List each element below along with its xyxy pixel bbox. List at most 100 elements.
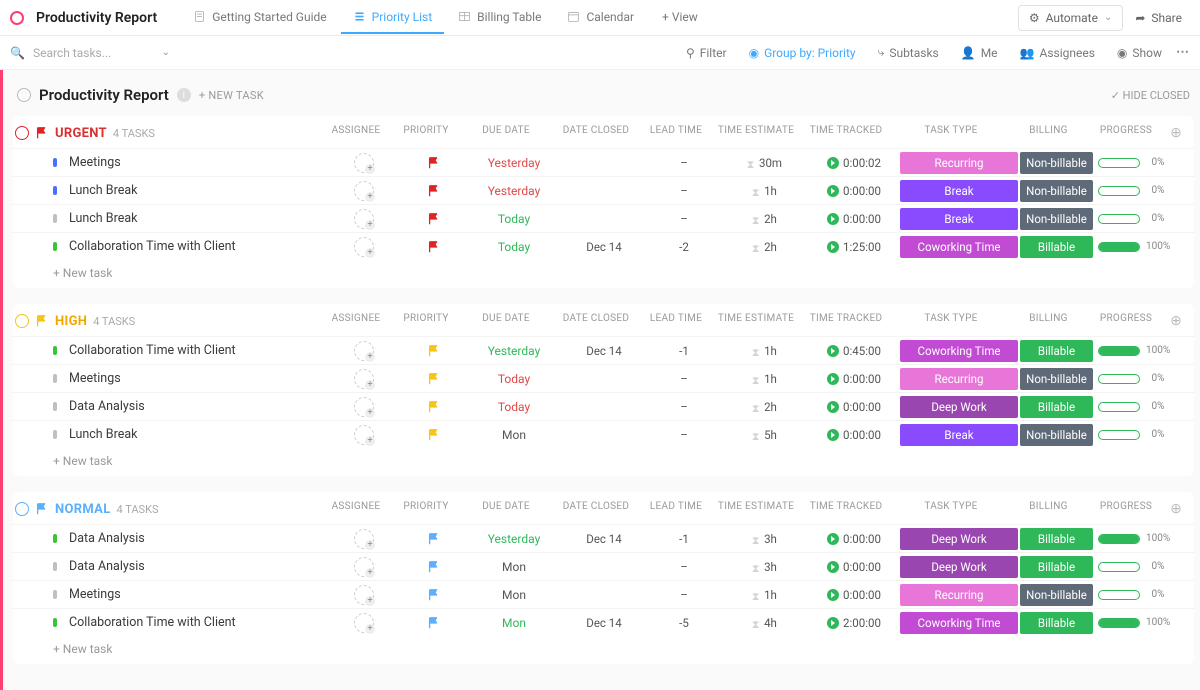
row-more-button[interactable] [1174, 528, 1194, 550]
play-icon[interactable] [827, 373, 839, 385]
column-header[interactable]: PROGRESS [1086, 125, 1166, 141]
time-estimate[interactable]: 2h [719, 236, 809, 258]
status-square-icon[interactable] [53, 374, 57, 383]
row-more-button[interactable] [1174, 208, 1194, 230]
column-header[interactable]: PRIORITY [391, 125, 461, 141]
play-icon[interactable] [827, 185, 839, 197]
billing-pill[interactable]: Non-billable [1020, 368, 1093, 390]
task-name[interactable]: Data Analysis [69, 559, 329, 574]
task-row[interactable]: MeetingsYesterday–30m0:00:02RecurringNon… [13, 148, 1194, 176]
status-square-icon[interactable] [53, 618, 57, 627]
status-square-icon[interactable] [53, 242, 57, 251]
billing-pill[interactable]: Billable [1020, 528, 1093, 550]
due-date[interactable]: Mon [469, 556, 559, 578]
task-row[interactable]: Data AnalysisMon–3h0:00:00Deep WorkBilla… [13, 552, 1194, 580]
assignee-icon[interactable] [354, 237, 374, 257]
progress-bar[interactable]: 0% [1094, 373, 1174, 384]
due-date[interactable]: Yesterday [469, 528, 559, 550]
column-header[interactable]: TASK TYPE [891, 313, 1011, 329]
task-name[interactable]: Collaboration Time with Client [69, 343, 329, 358]
time-tracked[interactable]: 0:00:00 [809, 208, 899, 230]
billing-pill[interactable]: Non-billable [1020, 424, 1093, 446]
task-type-pill[interactable]: Coworking Time [900, 236, 1018, 258]
column-header[interactable]: PRIORITY [391, 313, 461, 329]
column-header[interactable]: PROGRESS [1086, 313, 1166, 329]
progress-bar[interactable]: 0% [1094, 429, 1174, 440]
tab-priority-list[interactable]: Priority List [341, 2, 444, 34]
status-square-icon[interactable] [53, 158, 57, 167]
new-task-row[interactable]: + New task [13, 448, 1194, 470]
status-square-icon[interactable] [53, 186, 57, 195]
task-name[interactable]: Data Analysis [69, 531, 329, 546]
billing-pill[interactable]: Billable [1020, 556, 1093, 578]
time-estimate[interactable]: 1h [719, 584, 809, 606]
column-header[interactable]: TIME TRACKED [801, 313, 891, 329]
task-row[interactable]: Collaboration Time with ClientMonDec 14-… [13, 608, 1194, 636]
column-header[interactable]: ASSIGNEE [321, 313, 391, 329]
tab-calendar[interactable]: Calendar [555, 2, 646, 34]
time-estimate[interactable]: 1h [719, 368, 809, 390]
tab-getting-started-guide[interactable]: Getting Started Guide [181, 2, 338, 34]
progress-bar[interactable]: 0% [1094, 213, 1174, 224]
priority-flag[interactable] [399, 236, 469, 258]
row-more-button[interactable] [1174, 368, 1194, 390]
assignee-icon[interactable] [354, 425, 374, 445]
filter-button[interactable]: ⚲Filter [678, 42, 735, 64]
column-header[interactable]: BILLING [1011, 313, 1086, 329]
task-row[interactable]: Lunch BreakMon–5h0:00:00BreakNon-billabl… [13, 420, 1194, 448]
assignee-icon[interactable] [354, 557, 374, 577]
time-tracked[interactable]: 0:45:00 [809, 340, 899, 362]
subtasks-button[interactable]: ⤷Subtasks [870, 41, 947, 64]
task-type-pill[interactable]: Deep Work [900, 528, 1018, 550]
time-estimate[interactable]: 30m [719, 152, 809, 174]
billing-pill[interactable]: Non-billable [1020, 208, 1093, 230]
column-header[interactable]: TIME ESTIMATE [711, 313, 801, 329]
progress-bar[interactable]: 100% [1094, 241, 1174, 252]
priority-flag[interactable] [399, 152, 469, 174]
row-more-button[interactable] [1174, 236, 1194, 258]
column-header[interactable]: ASSIGNEE [321, 125, 391, 141]
due-date[interactable]: Mon [469, 424, 559, 446]
row-more-button[interactable] [1174, 612, 1194, 634]
play-icon[interactable] [827, 241, 839, 253]
task-row[interactable]: Collaboration Time with ClientTodayDec 1… [13, 232, 1194, 260]
time-tracked[interactable]: 0:00:02 [809, 152, 899, 174]
assignee-icon[interactable] [354, 181, 374, 201]
task-name[interactable]: Collaboration Time with Client [69, 615, 329, 630]
play-icon[interactable] [827, 401, 839, 413]
status-square-icon[interactable] [53, 346, 57, 355]
progress-bar[interactable]: 100% [1094, 345, 1174, 356]
row-more-button[interactable] [1174, 340, 1194, 362]
time-estimate[interactable]: 3h [719, 528, 809, 550]
column-header[interactable]: ASSIGNEE [321, 501, 391, 517]
task-name[interactable]: Lunch Break [69, 211, 329, 226]
play-icon[interactable] [827, 157, 839, 169]
task-type-pill[interactable]: Deep Work [900, 396, 1018, 418]
play-icon[interactable] [827, 429, 839, 441]
due-date[interactable]: Today [469, 368, 559, 390]
progress-bar[interactable]: 0% [1094, 589, 1174, 600]
progress-bar[interactable]: 0% [1094, 401, 1174, 412]
priority-flag[interactable] [399, 612, 469, 634]
task-row[interactable]: Lunch BreakToday–2h0:00:00BreakNon-billa… [13, 204, 1194, 232]
task-row[interactable]: Data AnalysisToday–2h0:00:00Deep WorkBil… [13, 392, 1194, 420]
column-header[interactable]: PROGRESS [1086, 501, 1166, 517]
time-tracked[interactable]: 0:00:00 [809, 368, 899, 390]
progress-bar[interactable]: 0% [1094, 157, 1174, 168]
status-square-icon[interactable] [53, 534, 57, 543]
info-icon[interactable]: i [177, 88, 191, 102]
priority-flag[interactable] [399, 396, 469, 418]
task-name[interactable]: Lunch Break [69, 183, 329, 198]
play-icon[interactable] [827, 533, 839, 545]
add-column-button[interactable]: ⊕ [1166, 313, 1186, 329]
task-type-pill[interactable]: Break [900, 424, 1018, 446]
add-column-button[interactable]: ⊕ [1166, 125, 1186, 141]
new-task-row[interactable]: + New task [13, 636, 1194, 658]
progress-bar[interactable]: 0% [1094, 561, 1174, 572]
play-icon[interactable] [827, 617, 839, 629]
me-button[interactable]: 👤Me [953, 42, 1006, 64]
task-name[interactable]: Meetings [69, 587, 329, 602]
billing-pill[interactable]: Billable [1020, 340, 1093, 362]
column-header[interactable]: DUE DATE [461, 501, 551, 517]
play-icon[interactable] [827, 561, 839, 573]
